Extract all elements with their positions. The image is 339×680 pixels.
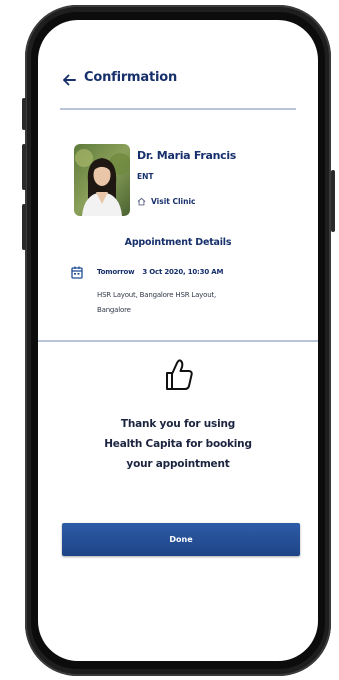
header-divider [60,108,296,110]
thank-you-line-2: Health Capita for booking [104,438,252,450]
power-button [331,170,335,232]
thank-you-line-1: Thank you for using [120,418,236,430]
thank-you-message: Thank you for using Health Capita for bo… [78,414,278,474]
visit-clinic-label: Visit Clinic [151,196,196,206]
thumbs-up-icon [166,359,193,390]
arrow-left-icon[interactable] [61,72,77,88]
home-icon [137,197,146,205]
doctor-avatar [74,144,130,216]
thank-you-line-3: your appointment [126,458,230,470]
address-line-2: Bangalore [97,306,131,314]
appointment-day: Tomorrow [97,268,135,276]
appointment-datetime: Tomorrow 3 Oct 2020, 10:30 AM [97,268,223,276]
doctor-name: Dr. Maria Francis [137,149,237,162]
calendar-icon [71,266,83,279]
visit-clinic-link[interactable]: Visit Clinic [137,195,195,207]
details-divider [38,340,318,342]
doctor-specialty: ENT [137,172,154,181]
appointment-date: 3 Oct 2020, 10:30 AM [142,268,224,276]
done-button[interactable]: Done [62,523,300,556]
page-title: Confirmation [84,70,178,85]
volume-up-button [22,144,26,190]
appointment-details-heading: Appointment Details [124,237,232,248]
volume-down-button [22,204,26,250]
app-header: Confirmation [38,68,318,96]
mute-switch [22,98,26,130]
appointment-address: HSR Layout, Bangalore HSR Layout, Bangal… [97,288,277,318]
address-line-1: HSR Layout, Bangalore HSR Layout, [97,291,217,299]
phone-screen: Confirmation Dr. Maria Francis ENT Visit… [38,20,318,661]
stage: Confirmation Dr. Maria Francis ENT Visit… [0,0,339,680]
